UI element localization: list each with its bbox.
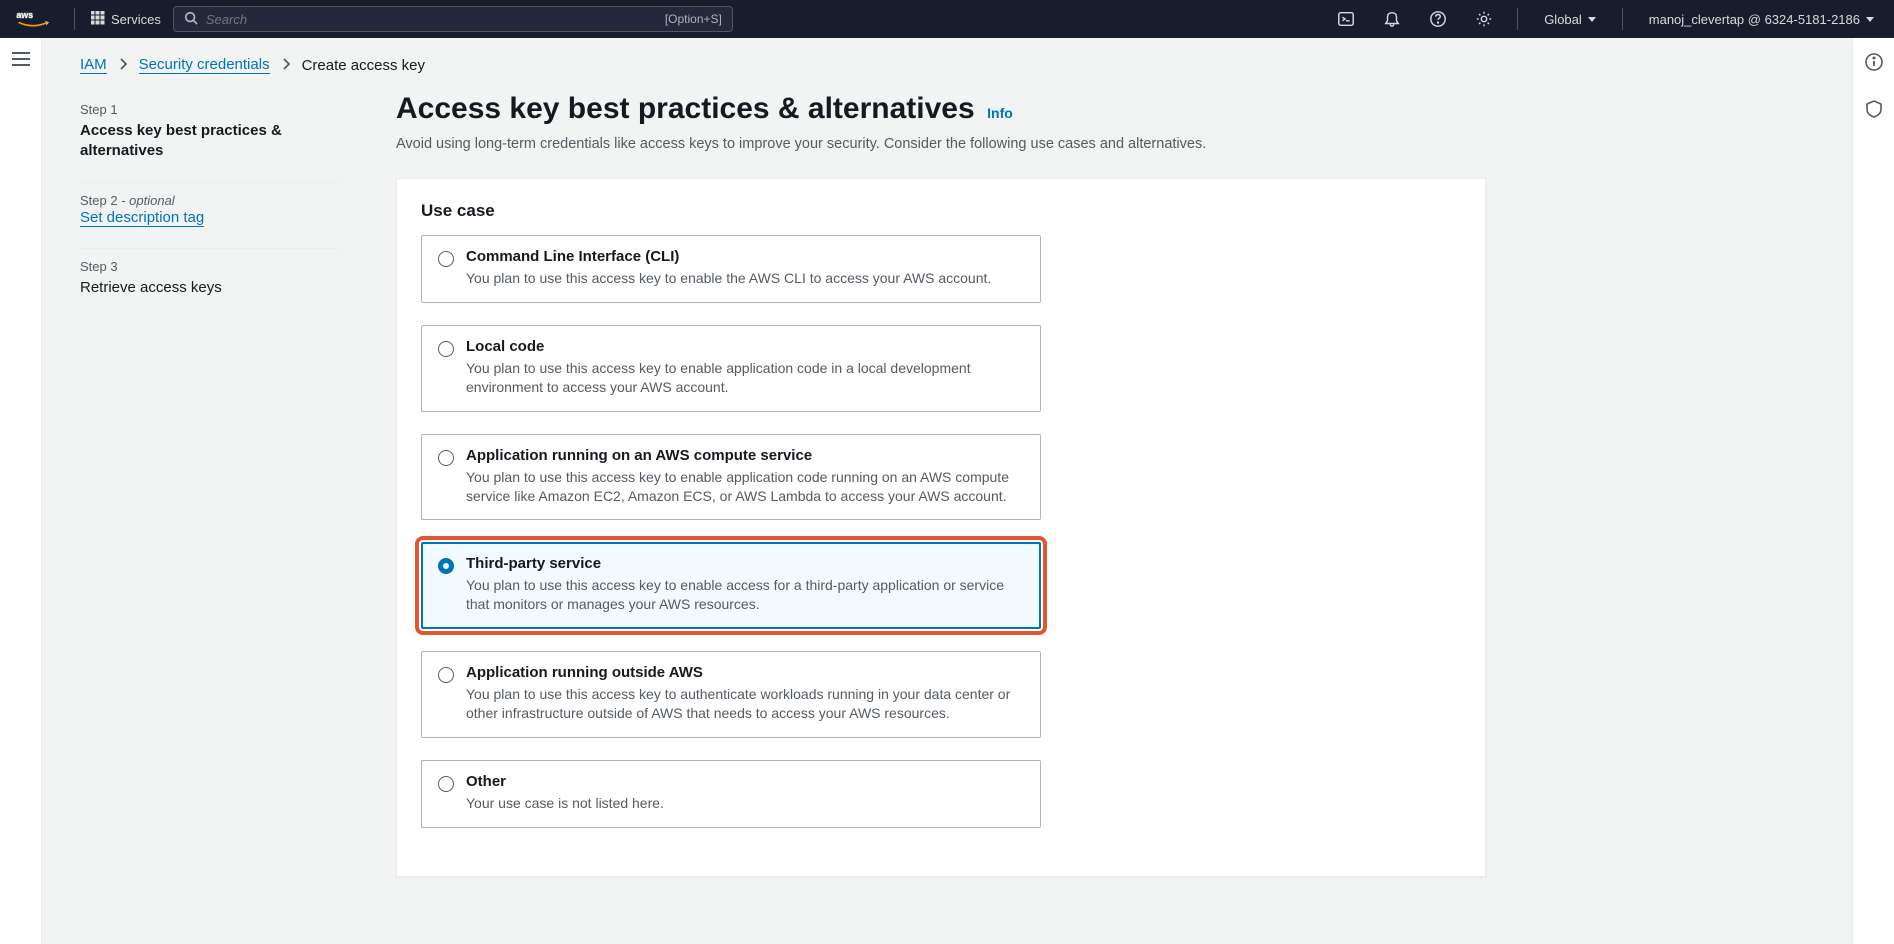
services-label: Services xyxy=(111,12,161,27)
option-description: You plan to use this access key to enabl… xyxy=(466,359,1024,397)
step-optional: - optional xyxy=(118,193,175,208)
step-title: Access key best practices & alternatives xyxy=(80,121,340,162)
cloudshell-icon[interactable] xyxy=(1329,10,1363,28)
step-title: Retrieve access keys xyxy=(80,278,340,298)
breadcrumb: IAM Security credentials Create access k… xyxy=(80,48,1816,92)
page-subtitle: Avoid using long-term credentials like a… xyxy=(396,136,1486,152)
option-title: Command Line Interface (CLI) xyxy=(466,248,991,265)
region-selector[interactable]: Global xyxy=(1534,12,1606,27)
shield-icon[interactable] xyxy=(1864,99,1884,124)
option-description: You plan to use this access key to authe… xyxy=(466,685,1024,723)
option-description: You plan to use this access key to enabl… xyxy=(466,269,991,288)
aws-logo[interactable]: aws xyxy=(16,9,50,29)
step-label: Step 3 xyxy=(80,259,118,274)
option-description: Your use case is not listed here. xyxy=(466,794,664,813)
hamburger-icon[interactable] xyxy=(12,52,30,944)
nav-divider xyxy=(1517,8,1518,30)
chevron-right-icon xyxy=(119,57,127,74)
wizard-step-2: Step 2 - optional Set description tag xyxy=(80,183,340,249)
settings-icon[interactable] xyxy=(1467,10,1501,28)
chevron-right-icon xyxy=(282,57,290,74)
search-input[interactable] xyxy=(206,12,665,27)
nav-divider xyxy=(1622,8,1623,30)
account-label: manoj_clevertap @ 6324-5181-2186 xyxy=(1649,12,1860,27)
option-title: Third-party service xyxy=(466,555,1024,572)
notifications-icon[interactable] xyxy=(1375,10,1409,28)
page-title: Access key best practices & alternatives xyxy=(396,92,975,125)
option-title: Application running outside AWS xyxy=(466,664,1024,681)
step-label: Step 1 xyxy=(80,102,118,117)
nav-divider xyxy=(74,8,75,30)
use-case-option-cli[interactable]: Command Line Interface (CLI) You plan to … xyxy=(421,235,1041,303)
radio-icon xyxy=(438,558,454,574)
wizard-steps: Step 1 Access key best practices & alter… xyxy=(80,92,340,877)
radio-icon xyxy=(438,341,454,357)
use-case-option-outside-aws[interactable]: Application running outside AWS You plan … xyxy=(421,651,1041,738)
svg-text:aws: aws xyxy=(16,10,33,20)
radio-icon xyxy=(438,667,454,683)
info-icon[interactable] xyxy=(1864,52,1884,77)
search-icon xyxy=(184,11,198,28)
use-case-option-local-code[interactable]: Local code You plan to use this access ke… xyxy=(421,325,1041,412)
right-rail xyxy=(1852,38,1894,944)
caret-down-icon xyxy=(1866,17,1874,22)
breadcrumb-link-iam[interactable]: IAM xyxy=(80,56,107,74)
use-case-option-third-party[interactable]: Third-party service You plan to use this … xyxy=(421,542,1041,629)
main-panel: Access key best practices & alternatives… xyxy=(396,92,1486,877)
option-title: Application running on an AWS compute se… xyxy=(466,447,1024,464)
help-icon[interactable] xyxy=(1421,10,1455,28)
step-label: Step 2 xyxy=(80,193,118,208)
caret-down-icon xyxy=(1588,17,1596,22)
grid-icon xyxy=(91,11,105,28)
breadcrumb-link-security-credentials[interactable]: Security credentials xyxy=(139,56,270,74)
use-case-option-other[interactable]: Other Your use case is not listed here. xyxy=(421,760,1041,828)
wizard-step-3: Step 3 Retrieve access keys xyxy=(80,249,340,318)
region-label: Global xyxy=(1544,12,1582,27)
top-nav: aws Services [Option+S] xyxy=(0,0,1894,38)
step-title-link[interactable]: Set description tag xyxy=(80,209,204,227)
option-title: Local code xyxy=(466,338,1024,355)
option-description: You plan to use this access key to enabl… xyxy=(466,468,1024,506)
radio-icon xyxy=(438,776,454,792)
radio-icon xyxy=(438,450,454,466)
radio-icon xyxy=(438,251,454,267)
use-case-option-aws-compute[interactable]: Application running on an AWS compute se… xyxy=(421,434,1041,521)
option-title: Other xyxy=(466,773,664,790)
info-link[interactable]: Info xyxy=(987,105,1013,121)
content: IAM Security credentials Create access k… xyxy=(42,38,1852,944)
wizard-step-1: Step 1 Access key best practices & alter… xyxy=(80,92,340,183)
use-case-card: Use case Command Line Interface (CLI) You… xyxy=(396,178,1486,877)
breadcrumb-current: Create access key xyxy=(302,57,425,74)
search-shortcut: [Option+S] xyxy=(665,12,722,26)
left-rail xyxy=(0,38,42,944)
search-box[interactable]: [Option+S] xyxy=(173,6,733,32)
account-menu[interactable]: manoj_clevertap @ 6324-5181-2186 xyxy=(1639,12,1884,27)
card-header: Use case xyxy=(421,201,1461,221)
services-button[interactable]: Services xyxy=(91,11,161,28)
option-description: You plan to use this access key to enabl… xyxy=(466,576,1024,614)
